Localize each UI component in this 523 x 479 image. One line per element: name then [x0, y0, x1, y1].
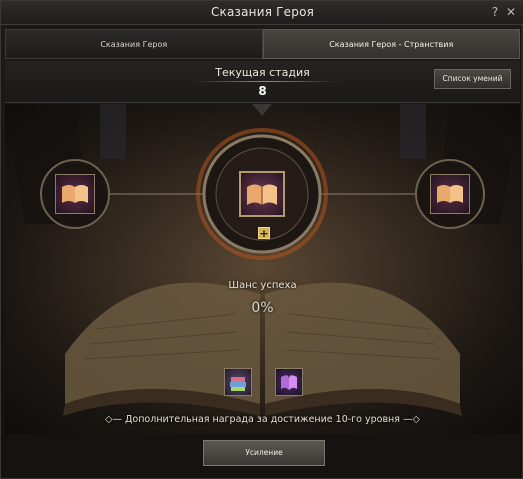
close-icon[interactable]: ✕: [504, 5, 518, 19]
center-item-slot[interactable]: [239, 171, 285, 217]
book-stack-icon: [230, 377, 246, 391]
bonus-reward-caption: ◇— Дополнительная награда за достижение …: [5, 414, 520, 425]
diamond-right-icon: —◇: [400, 414, 420, 425]
title-bar: Сказания Героя ? ✕: [1, 1, 523, 25]
success-chance-value: 0%: [251, 300, 274, 316]
tab-hero-tales-wanderings[interactable]: Сказания Героя - Странствия: [262, 29, 520, 59]
help-icon[interactable]: ?: [488, 5, 502, 19]
hero-tales-window: Сказания Героя ? ✕ Сказания Героя Сказан…: [0, 0, 523, 479]
reward-item-slot-2[interactable]: [275, 368, 303, 396]
enhancement-scene: + Шанс успеха 0% ◇— Дополнительная награ…: [5, 104, 520, 434]
purple-tome-icon: [281, 375, 297, 390]
window-title: Сказания Героя: [210, 5, 315, 19]
diamond-left-icon: ◇—: [105, 414, 125, 425]
open-book-icon: [62, 185, 88, 203]
tab-hero-tales[interactable]: Сказания Героя: [5, 29, 263, 59]
add-item-button[interactable]: +: [258, 227, 270, 240]
open-book-icon: [437, 185, 463, 203]
previous-stage-slot[interactable]: [55, 174, 95, 214]
open-book-icon: [247, 184, 277, 205]
stage-divider: [193, 81, 339, 82]
next-stage-slot[interactable]: [430, 174, 470, 214]
skill-list-button[interactable]: Список умений: [434, 69, 511, 89]
stage-panel: Текущая стадия 8 Список умений: [5, 61, 520, 103]
footer-bar: Усиление: [5, 434, 520, 478]
tab-bar: Сказания Героя Сказания Героя - Странств…: [5, 29, 520, 59]
scene-background: [15, 104, 510, 416]
success-chance-label: Шанс успеха: [228, 280, 297, 291]
bonus-reward-text: Дополнительная награда за достижение 10-…: [124, 414, 400, 425]
reward-item-slot-1[interactable]: [224, 368, 252, 396]
enhance-button[interactable]: Усиление: [203, 440, 325, 466]
